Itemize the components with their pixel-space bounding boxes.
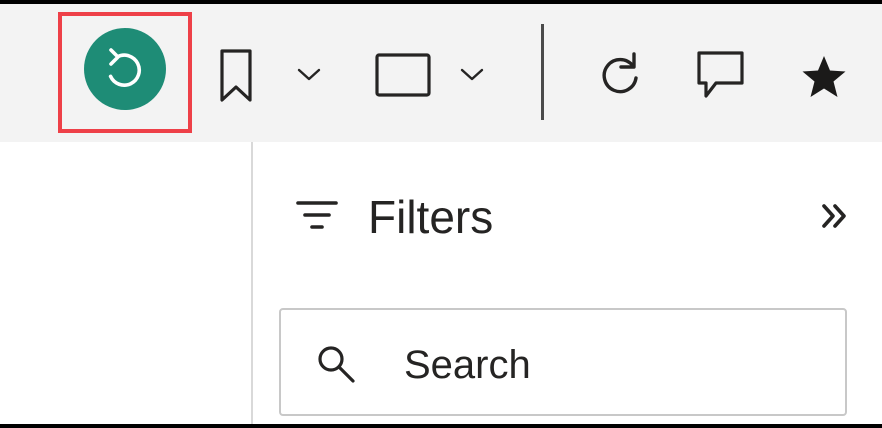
star-icon[interactable] bbox=[800, 54, 848, 100]
view-chevron-down-icon[interactable] bbox=[459, 67, 485, 83]
toolbar-divider bbox=[541, 24, 544, 120]
comment-icon[interactable] bbox=[696, 50, 746, 104]
filters-title: Filters bbox=[368, 191, 494, 243]
search-input[interactable] bbox=[404, 340, 824, 390]
toolbar bbox=[0, 4, 882, 142]
refresh-icon[interactable] bbox=[596, 50, 644, 100]
reset-icon bbox=[108, 48, 142, 87]
search-icon bbox=[318, 346, 355, 383]
bookmark-icon[interactable] bbox=[218, 48, 254, 104]
view-icon[interactable] bbox=[374, 52, 432, 98]
reset-button[interactable] bbox=[84, 28, 166, 110]
pane-divider bbox=[251, 142, 253, 424]
double-chevron-right-icon[interactable] bbox=[819, 202, 851, 230]
filter-icon bbox=[296, 201, 338, 229]
bookmark-chevron-down-icon[interactable] bbox=[296, 67, 322, 83]
app-window: Filters bbox=[0, 4, 882, 424]
